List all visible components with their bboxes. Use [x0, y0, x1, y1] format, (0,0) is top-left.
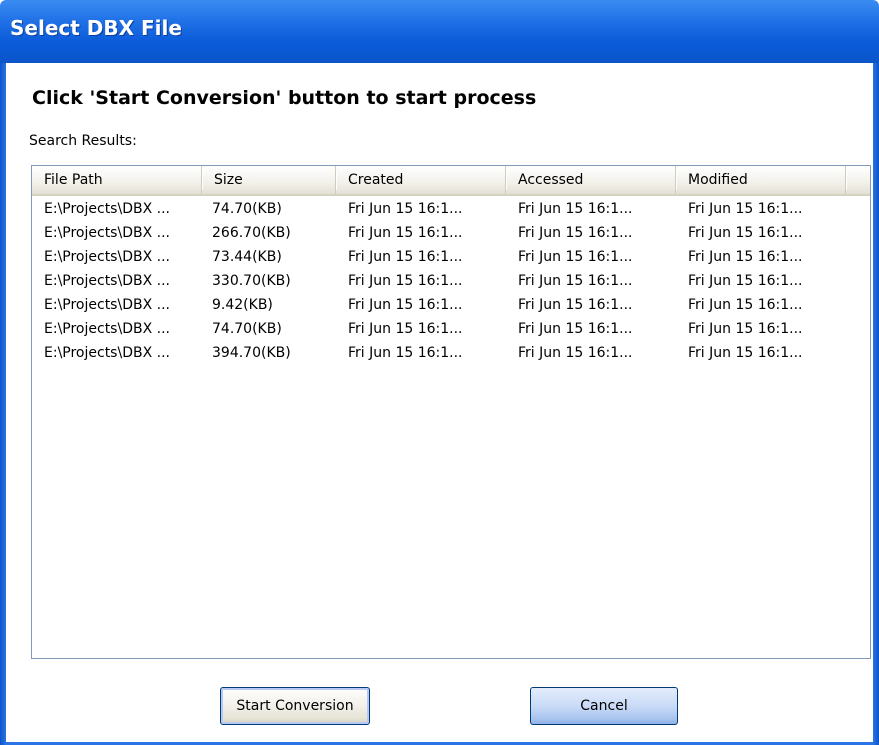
cell-file-path: E:\Projects\DBX ... — [44, 249, 170, 265]
cell-accessed: Fri Jun 15 16:1... — [518, 249, 633, 265]
dialog-body: Click 'Start Conversion' button to start… — [6, 63, 873, 745]
list-header: File Path Size Created Accessed Modified — [32, 166, 870, 196]
cell-created: Fri Jun 15 16:1... — [348, 273, 463, 289]
cell-size: 74.70(KB) — [212, 201, 282, 217]
list-item[interactable]: E:\Projects\DBX ... 330.70(KB) Fri Jun 1… — [32, 270, 870, 294]
column-header-accessed[interactable]: Accessed — [506, 166, 677, 194]
cell-modified: Fri Jun 15 16:1... — [688, 345, 803, 361]
list-item[interactable]: E:\Projects\DBX ... 73.44(KB) Fri Jun 15… — [32, 246, 870, 270]
list-item[interactable]: E:\Projects\DBX ... 74.70(KB) Fri Jun 15… — [32, 318, 870, 342]
cell-created: Fri Jun 15 16:1... — [348, 225, 463, 241]
cell-modified: Fri Jun 15 16:1... — [688, 273, 803, 289]
start-conversion-button[interactable]: Start Conversion — [220, 687, 370, 725]
cell-created: Fri Jun 15 16:1... — [348, 321, 463, 337]
title-bar[interactable]: Select DBX File — [0, 0, 879, 63]
cell-accessed: Fri Jun 15 16:1... — [518, 201, 633, 217]
list-rows: E:\Projects\DBX ... 74.70(KB) Fri Jun 15… — [32, 198, 870, 366]
cell-file-path: E:\Projects\DBX ... — [44, 273, 170, 289]
cell-size: 9.42(KB) — [212, 297, 273, 313]
column-header-created[interactable]: Created — [336, 166, 507, 194]
cell-accessed: Fri Jun 15 16:1... — [518, 297, 633, 313]
cell-file-path: E:\Projects\DBX ... — [44, 225, 170, 241]
search-results-label: Search Results: — [29, 133, 137, 149]
window-frame-right — [873, 63, 879, 745]
cell-size: 74.70(KB) — [212, 321, 282, 337]
list-item[interactable]: E:\Projects\DBX ... 9.42(KB) Fri Jun 15 … — [32, 294, 870, 318]
column-header-size[interactable]: Size — [202, 166, 337, 194]
cell-created: Fri Jun 15 16:1... — [348, 249, 463, 265]
cell-file-path: E:\Projects\DBX ... — [44, 321, 170, 337]
cell-size: 73.44(KB) — [212, 249, 282, 265]
column-header-file-path[interactable]: File Path — [32, 166, 203, 194]
cell-modified: Fri Jun 15 16:1... — [688, 201, 803, 217]
column-header-modified[interactable]: Modified — [676, 166, 847, 194]
list-item[interactable]: E:\Projects\DBX ... 394.70(KB) Fri Jun 1… — [32, 342, 870, 366]
cell-file-path: E:\Projects\DBX ... — [44, 201, 170, 217]
cell-created: Fri Jun 15 16:1... — [348, 345, 463, 361]
window-title: Select DBX File — [10, 16, 182, 40]
cell-modified: Fri Jun 15 16:1... — [688, 225, 803, 241]
cell-size: 266.70(KB) — [212, 225, 291, 241]
cell-accessed: Fri Jun 15 16:1... — [518, 273, 633, 289]
list-item[interactable]: E:\Projects\DBX ... 266.70(KB) Fri Jun 1… — [32, 222, 870, 246]
instruction-heading: Click 'Start Conversion' button to start… — [32, 87, 537, 109]
list-item[interactable]: E:\Projects\DBX ... 74.70(KB) Fri Jun 15… — [32, 198, 870, 222]
cell-created: Fri Jun 15 16:1... — [348, 297, 463, 313]
cell-created: Fri Jun 15 16:1... — [348, 201, 463, 217]
cell-size: 330.70(KB) — [212, 273, 291, 289]
cell-accessed: Fri Jun 15 16:1... — [518, 321, 633, 337]
cell-size: 394.70(KB) — [212, 345, 291, 361]
cell-accessed: Fri Jun 15 16:1... — [518, 225, 633, 241]
cell-file-path: E:\Projects\DBX ... — [44, 297, 170, 313]
cancel-button[interactable]: Cancel — [530, 687, 678, 725]
cell-modified: Fri Jun 15 16:1... — [688, 321, 803, 337]
cell-modified: Fri Jun 15 16:1... — [688, 249, 803, 265]
search-results-list[interactable]: File Path Size Created Accessed Modified… — [31, 165, 871, 659]
cell-accessed: Fri Jun 15 16:1... — [518, 345, 633, 361]
cell-file-path: E:\Projects\DBX ... — [44, 345, 170, 361]
cell-modified: Fri Jun 15 16:1... — [688, 297, 803, 313]
select-dbx-dialog: Select DBX File Click 'Start Conversion'… — [0, 0, 879, 745]
